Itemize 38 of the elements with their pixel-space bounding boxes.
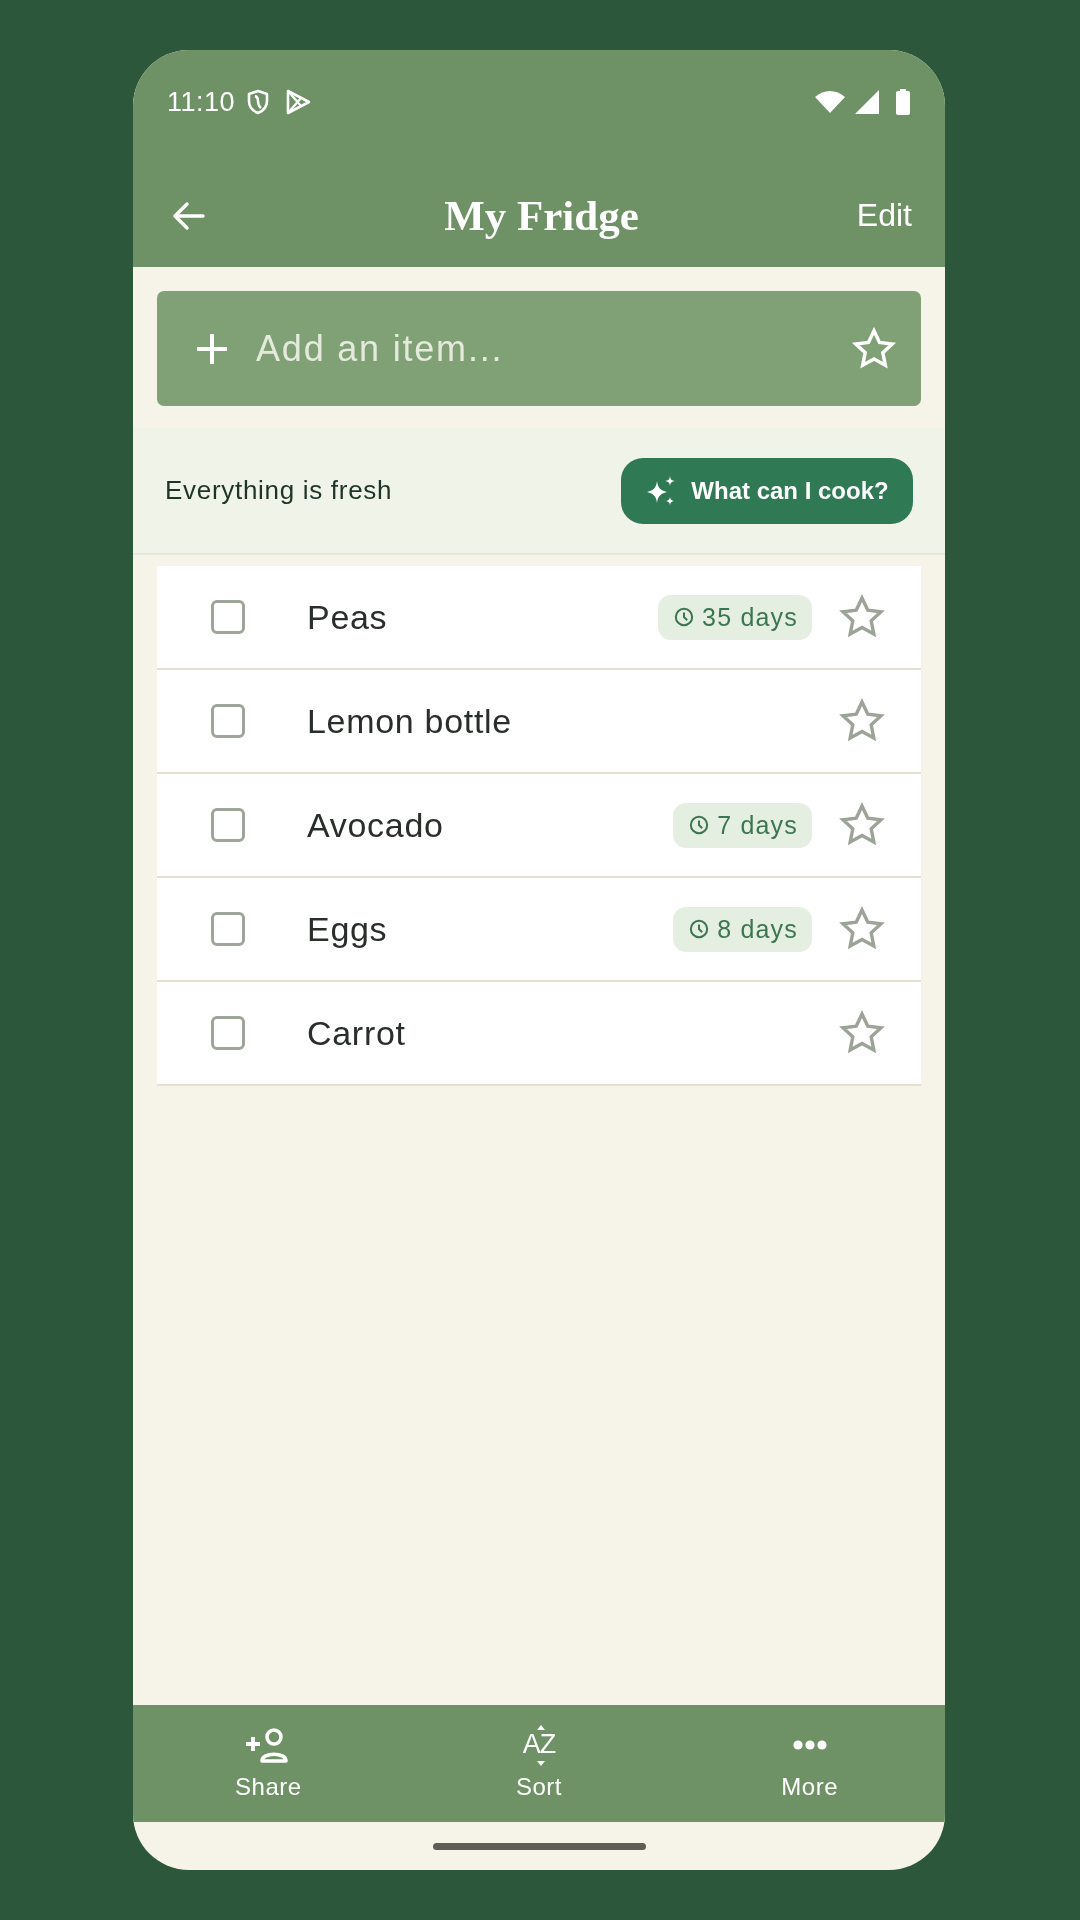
play-store-icon (285, 89, 312, 115)
expiry-text: 35 days (702, 602, 798, 632)
clock-icon (674, 607, 695, 627)
item-name: Peas (307, 597, 389, 637)
checkbox[interactable] (211, 808, 245, 842)
item-row[interactable]: Carrot (157, 982, 921, 1086)
item-name: Avocado (307, 805, 445, 845)
item-name: Lemon bottle (307, 701, 513, 741)
wifi-icon (815, 91, 845, 113)
cook-button[interactable]: What can I cook? (621, 457, 913, 524)
item-row[interactable]: Eggs 8 days (157, 878, 921, 982)
item-name: Carrot (307, 1013, 407, 1053)
toolbar-button[interactable]: AZ Sort (403, 1705, 675, 1822)
status-time: 11:10 (167, 86, 236, 118)
shield-icon (247, 89, 270, 115)
item-name: Eggs (307, 909, 389, 949)
checkbox[interactable] (211, 704, 245, 738)
add-item-field[interactable]: Add an item... (157, 291, 921, 406)
freshness-status: Everything is fresh (165, 475, 393, 506)
clock-icon (689, 815, 710, 835)
item-row[interactable]: Lemon bottle (157, 670, 921, 774)
item-row[interactable]: Peas 35 days (157, 566, 921, 670)
expiry-text: 7 days (717, 810, 798, 840)
edit-button[interactable]: Edit (856, 197, 912, 234)
battery-icon (895, 89, 911, 115)
expiry-text: 8 days (717, 914, 798, 944)
signal-icon (855, 90, 879, 114)
toolbar-button[interactable]: More (674, 1705, 945, 1822)
checkbox[interactable] (211, 600, 245, 634)
checkbox[interactable] (211, 912, 245, 946)
add-item-input[interactable]: Add an item... (256, 327, 851, 370)
clock-icon (689, 919, 710, 939)
more-icon (792, 1739, 827, 1750)
checkbox[interactable] (211, 1016, 245, 1050)
item-row[interactable]: Avocado 7 days (157, 774, 921, 878)
plus-icon (196, 332, 228, 365)
toolbar-button[interactable]: Share (133, 1705, 404, 1822)
page-title: My Fridge (444, 191, 639, 240)
